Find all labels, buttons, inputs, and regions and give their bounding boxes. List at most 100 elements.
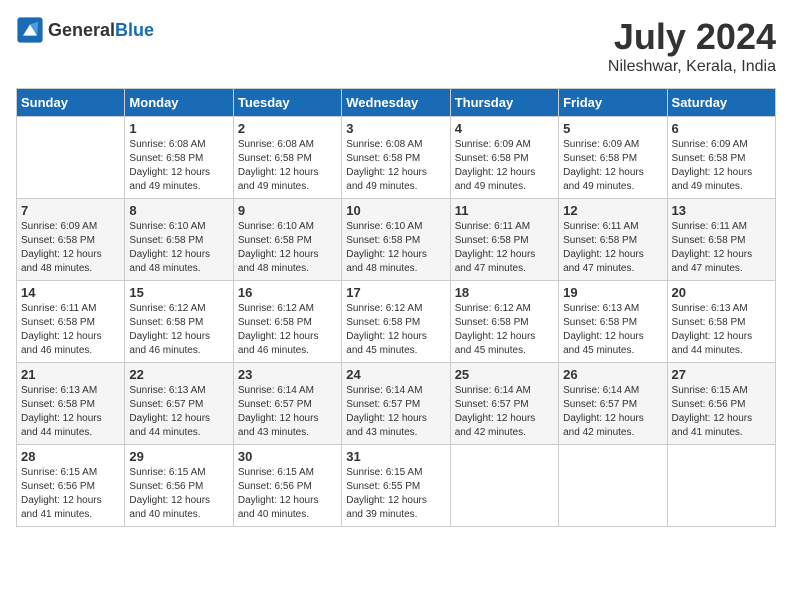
calendar-cell: 8 Sunrise: 6:10 AMSunset: 6:58 PMDaylight… — [125, 199, 233, 281]
day-number: 19 — [563, 285, 662, 300]
weekday-header-row: SundayMondayTuesdayWednesdayThursdayFrid… — [17, 89, 776, 117]
calendar-cell: 31 Sunrise: 6:15 AMSunset: 6:55 PMDayligh… — [342, 445, 450, 527]
day-info: Sunrise: 6:08 AMSunset: 6:58 PMDaylight:… — [129, 138, 228, 194]
calendar-cell: 5 Sunrise: 6:09 AMSunset: 6:58 PMDaylight… — [559, 117, 667, 199]
day-number: 17 — [346, 285, 445, 300]
day-number: 12 — [563, 203, 662, 218]
day-info: Sunrise: 6:10 AMSunset: 6:58 PMDaylight:… — [129, 220, 228, 276]
day-number: 13 — [672, 203, 771, 218]
day-number: 28 — [21, 449, 120, 464]
day-info: Sunrise: 6:14 AMSunset: 6:57 PMDaylight:… — [238, 384, 337, 440]
day-info: Sunrise: 6:14 AMSunset: 6:57 PMDaylight:… — [346, 384, 445, 440]
calendar-cell: 18 Sunrise: 6:12 AMSunset: 6:58 PMDayligh… — [450, 281, 558, 363]
calendar-body: 1 Sunrise: 6:08 AMSunset: 6:58 PMDaylight… — [17, 117, 776, 527]
day-info: Sunrise: 6:15 AMSunset: 6:56 PMDaylight:… — [129, 466, 228, 522]
weekday-header-cell: Wednesday — [342, 89, 450, 117]
day-info: Sunrise: 6:12 AMSunset: 6:58 PMDaylight:… — [129, 302, 228, 358]
day-info: Sunrise: 6:15 AMSunset: 6:56 PMDaylight:… — [672, 384, 771, 440]
day-number: 3 — [346, 121, 445, 136]
day-number: 9 — [238, 203, 337, 218]
day-number: 16 — [238, 285, 337, 300]
day-info: Sunrise: 6:13 AMSunset: 6:58 PMDaylight:… — [563, 302, 662, 358]
day-info: Sunrise: 6:11 AMSunset: 6:58 PMDaylight:… — [563, 220, 662, 276]
day-info: Sunrise: 6:15 AMSunset: 6:55 PMDaylight:… — [346, 466, 445, 522]
day-info: Sunrise: 6:08 AMSunset: 6:58 PMDaylight:… — [238, 138, 337, 194]
day-info: Sunrise: 6:12 AMSunset: 6:58 PMDaylight:… — [346, 302, 445, 358]
calendar-cell — [559, 445, 667, 527]
day-number: 24 — [346, 367, 445, 382]
logo-general: General — [48, 20, 115, 40]
day-info: Sunrise: 6:14 AMSunset: 6:57 PMDaylight:… — [455, 384, 554, 440]
day-number: 11 — [455, 203, 554, 218]
calendar-cell: 2 Sunrise: 6:08 AMSunset: 6:58 PMDaylight… — [233, 117, 341, 199]
day-number: 22 — [129, 367, 228, 382]
day-info: Sunrise: 6:15 AMSunset: 6:56 PMDaylight:… — [238, 466, 337, 522]
calendar-cell: 10 Sunrise: 6:10 AMSunset: 6:58 PMDayligh… — [342, 199, 450, 281]
calendar-cell: 6 Sunrise: 6:09 AMSunset: 6:58 PMDaylight… — [667, 117, 775, 199]
calendar-week-row: 21 Sunrise: 6:13 AMSunset: 6:58 PMDayligh… — [17, 363, 776, 445]
day-number: 31 — [346, 449, 445, 464]
day-number: 1 — [129, 121, 228, 136]
calendar-cell: 17 Sunrise: 6:12 AMSunset: 6:58 PMDayligh… — [342, 281, 450, 363]
day-info: Sunrise: 6:09 AMSunset: 6:58 PMDaylight:… — [563, 138, 662, 194]
main-title: July 2024 — [608, 16, 776, 58]
calendar-cell: 12 Sunrise: 6:11 AMSunset: 6:58 PMDayligh… — [559, 199, 667, 281]
calendar-cell: 28 Sunrise: 6:15 AMSunset: 6:56 PMDayligh… — [17, 445, 125, 527]
calendar-cell — [667, 445, 775, 527]
day-info: Sunrise: 6:10 AMSunset: 6:58 PMDaylight:… — [346, 220, 445, 276]
calendar-week-row: 7 Sunrise: 6:09 AMSunset: 6:58 PMDaylight… — [17, 199, 776, 281]
day-info: Sunrise: 6:09 AMSunset: 6:58 PMDaylight:… — [672, 138, 771, 194]
calendar-cell: 15 Sunrise: 6:12 AMSunset: 6:58 PMDayligh… — [125, 281, 233, 363]
calendar-week-row: 14Sunrise: 6:11 AMSunset: 6:58 PMDayligh… — [17, 281, 776, 363]
calendar-cell: 14Sunrise: 6:11 AMSunset: 6:58 PMDayligh… — [17, 281, 125, 363]
calendar-cell: 11 Sunrise: 6:11 AMSunset: 6:58 PMDayligh… — [450, 199, 558, 281]
calendar-cell: 23 Sunrise: 6:14 AMSunset: 6:57 PMDayligh… — [233, 363, 341, 445]
calendar-cell: 3 Sunrise: 6:08 AMSunset: 6:58 PMDaylight… — [342, 117, 450, 199]
day-info: Sunrise: 6:08 AMSunset: 6:58 PMDaylight:… — [346, 138, 445, 194]
logo: GeneralBlue — [16, 16, 154, 44]
sub-title: Nileshwar, Kerala, India — [608, 58, 776, 76]
calendar-cell: 4 Sunrise: 6:09 AMSunset: 6:58 PMDaylight… — [450, 117, 558, 199]
day-info: Sunrise: 6:12 AMSunset: 6:58 PMDaylight:… — [455, 302, 554, 358]
day-number: 5 — [563, 121, 662, 136]
calendar-cell: 9 Sunrise: 6:10 AMSunset: 6:58 PMDaylight… — [233, 199, 341, 281]
weekday-header-cell: Monday — [125, 89, 233, 117]
calendar-cell: 16 Sunrise: 6:12 AMSunset: 6:58 PMDayligh… — [233, 281, 341, 363]
calendar-cell: 7 Sunrise: 6:09 AMSunset: 6:58 PMDaylight… — [17, 199, 125, 281]
day-number: 2 — [238, 121, 337, 136]
page-header: GeneralBlue July 2024 Nileshwar, Kerala,… — [16, 16, 776, 76]
calendar-week-row: 1 Sunrise: 6:08 AMSunset: 6:58 PMDaylight… — [17, 117, 776, 199]
day-number: 26 — [563, 367, 662, 382]
day-info: Sunrise: 6:09 AMSunset: 6:58 PMDaylight:… — [21, 220, 120, 276]
calendar-cell: 19 Sunrise: 6:13 AMSunset: 6:58 PMDayligh… — [559, 281, 667, 363]
title-block: July 2024 Nileshwar, Kerala, India — [608, 16, 776, 76]
day-info: Sunrise: 6:14 AMSunset: 6:57 PMDaylight:… — [563, 384, 662, 440]
day-info: Sunrise: 6:09 AMSunset: 6:58 PMDaylight:… — [455, 138, 554, 194]
calendar-cell: 13Sunrise: 6:11 AMSunset: 6:58 PMDayligh… — [667, 199, 775, 281]
day-info: Sunrise: 6:11 AMSunset: 6:58 PMDaylight:… — [455, 220, 554, 276]
day-info: Sunrise: 6:13 AMSunset: 6:57 PMDaylight:… — [129, 384, 228, 440]
day-number: 14 — [21, 285, 120, 300]
calendar-cell: 24 Sunrise: 6:14 AMSunset: 6:57 PMDayligh… — [342, 363, 450, 445]
day-number: 21 — [21, 367, 120, 382]
calendar-cell — [450, 445, 558, 527]
day-number: 20 — [672, 285, 771, 300]
calendar-cell: 1 Sunrise: 6:08 AMSunset: 6:58 PMDaylight… — [125, 117, 233, 199]
calendar-table: SundayMondayTuesdayWednesdayThursdayFrid… — [16, 88, 776, 527]
day-number: 7 — [21, 203, 120, 218]
calendar-cell: 21 Sunrise: 6:13 AMSunset: 6:58 PMDayligh… — [17, 363, 125, 445]
day-info: Sunrise: 6:15 AMSunset: 6:56 PMDaylight:… — [21, 466, 120, 522]
day-info: Sunrise: 6:10 AMSunset: 6:58 PMDaylight:… — [238, 220, 337, 276]
day-number: 18 — [455, 285, 554, 300]
calendar-cell: 25Sunrise: 6:14 AMSunset: 6:57 PMDayligh… — [450, 363, 558, 445]
weekday-header-cell: Saturday — [667, 89, 775, 117]
day-info: Sunrise: 6:13 AMSunset: 6:58 PMDaylight:… — [21, 384, 120, 440]
day-number: 10 — [346, 203, 445, 218]
day-number: 8 — [129, 203, 228, 218]
day-number: 6 — [672, 121, 771, 136]
day-number: 23 — [238, 367, 337, 382]
calendar-week-row: 28 Sunrise: 6:15 AMSunset: 6:56 PMDayligh… — [17, 445, 776, 527]
day-info: Sunrise: 6:12 AMSunset: 6:58 PMDaylight:… — [238, 302, 337, 358]
day-number: 15 — [129, 285, 228, 300]
day-number: 4 — [455, 121, 554, 136]
